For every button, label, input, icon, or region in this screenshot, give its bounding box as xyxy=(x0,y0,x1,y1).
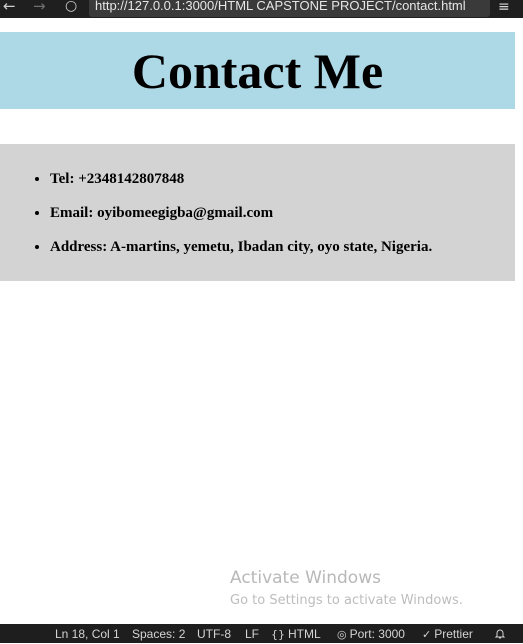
page-header: Contact Me xyxy=(0,32,515,109)
broadcast-icon: ◎ xyxy=(337,628,347,641)
braces-icon: {} xyxy=(271,628,285,641)
cursor-position[interactable]: Ln 18, Col 1 xyxy=(55,626,120,642)
double-check-icon: ✓ xyxy=(422,628,432,641)
page-title: Contact Me xyxy=(131,43,384,99)
reload-icon[interactable]: ○ xyxy=(65,0,77,15)
contact-address: Address: A-martins, yemetu, Ibadan city,… xyxy=(50,238,432,256)
hamburger-menu-icon[interactable]: ≡ xyxy=(498,0,510,16)
port-label: Port: 3000 xyxy=(349,627,405,641)
forward-arrow-icon[interactable]: → xyxy=(33,0,46,15)
language-label: HTML xyxy=(288,627,321,641)
address-bar[interactable]: http://127.0.0.1:3000/HTML CAPSTONE PROJ… xyxy=(89,0,490,17)
contact-email: Email: oyibomeegigba@gmail.com xyxy=(50,204,432,222)
prettier-label: Prettier xyxy=(434,627,473,641)
notifications-bell-icon[interactable] xyxy=(494,626,506,644)
back-arrow-icon[interactable]: ← xyxy=(3,0,16,15)
live-server-port[interactable]: ◎ Port: 3000 xyxy=(337,626,405,643)
contact-phone: Tel: +2348142807848 xyxy=(50,170,432,188)
language-mode[interactable]: {} HTML xyxy=(271,626,321,643)
prettier-status[interactable]: ✓ Prettier xyxy=(422,626,473,643)
activate-windows-subtitle: Go to Settings to activate Windows. xyxy=(230,593,463,608)
encoding-setting[interactable]: UTF-8 xyxy=(197,626,231,642)
indentation-setting[interactable]: Spaces: 2 xyxy=(132,626,185,642)
browser-toolbar: ← → ○ http://127.0.0.1:3000/HTML CAPSTON… xyxy=(0,0,523,18)
eol-setting[interactable]: LF xyxy=(245,626,259,642)
contact-list: Tel: +2348142807848 Email: oyibomeegigba… xyxy=(0,170,432,272)
activate-windows-title: Activate Windows xyxy=(230,568,381,588)
status-bar: Ln 18, Col 1 Spaces: 2 UTF-8 LF {} HTML ◎… xyxy=(0,624,523,643)
url-text: http://127.0.0.1:3000/HTML CAPSTONE PROJ… xyxy=(95,0,466,13)
contact-info-section: Tel: +2348142807848 Email: oyibomeegigba… xyxy=(0,144,515,281)
